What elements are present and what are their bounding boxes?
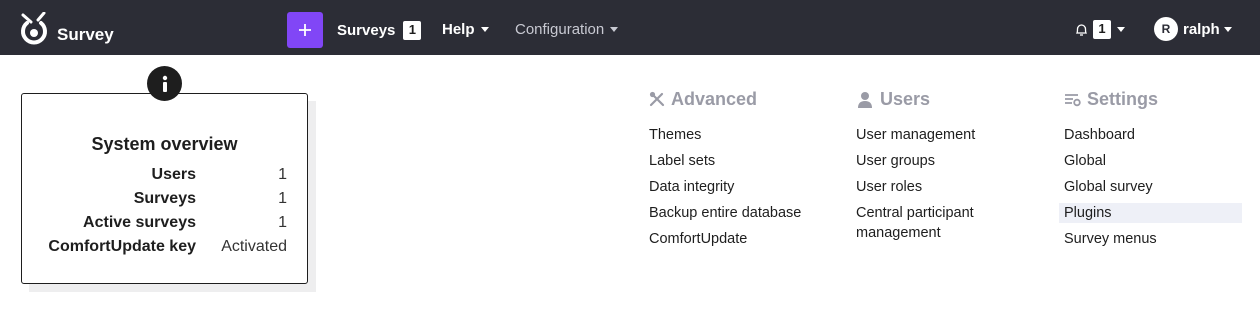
limesurvey-logo-icon bbox=[21, 12, 47, 45]
menu-link-backup-database[interactable]: Backup entire database bbox=[649, 203, 801, 223]
overview-label: ComfortUpdate key bbox=[48, 238, 196, 255]
menu-link-data-integrity[interactable]: Data integrity bbox=[649, 177, 801, 197]
settings-menu-column: Settings Dashboard Global Global survey … bbox=[1059, 88, 1242, 247]
add-survey-button[interactable] bbox=[287, 12, 323, 48]
surveys-count-badge: 1 bbox=[403, 21, 422, 40]
menu-link-themes[interactable]: Themes bbox=[649, 125, 801, 145]
overview-value: 1 bbox=[278, 214, 287, 231]
user-menu-dropdown[interactable]: R ralph bbox=[1154, 17, 1232, 41]
notifications-dropdown[interactable]: 1 bbox=[1075, 20, 1125, 39]
advanced-menu-column: Advanced Themes Label sets Data integrit… bbox=[649, 88, 801, 248]
caret-down-icon bbox=[1117, 27, 1125, 32]
nav-surveys[interactable]: Surveys 1 bbox=[337, 21, 422, 40]
nav-help-dropdown[interactable]: Help bbox=[442, 21, 489, 38]
overview-row-surveys: Surveys 1 bbox=[22, 190, 307, 212]
nav-configuration-label: Configuration bbox=[515, 21, 605, 38]
nav-surveys-label: Surveys bbox=[337, 22, 396, 39]
bell-icon bbox=[1075, 23, 1088, 36]
plus-icon bbox=[299, 24, 311, 36]
caret-down-icon bbox=[480, 27, 489, 32]
user-name: ralph bbox=[1183, 20, 1220, 38]
menu-link-comfortupdate[interactable]: ComfortUpdate bbox=[649, 229, 801, 249]
settings-heading: Settings bbox=[1064, 88, 1158, 110]
menu-link-user-groups[interactable]: User groups bbox=[856, 151, 1006, 171]
caret-down-icon bbox=[1223, 26, 1232, 32]
system-overview-card: System overview Users 1 Surveys 1 Active… bbox=[21, 93, 308, 284]
overview-row-active-surveys: Active surveys 1 bbox=[22, 214, 307, 236]
overview-label: Surveys bbox=[133, 190, 196, 207]
menu-link-dashboard[interactable]: Dashboard bbox=[1064, 125, 1242, 145]
menu-link-global-survey[interactable]: Global survey bbox=[1064, 177, 1242, 197]
overview-row-users: Users 1 bbox=[22, 166, 307, 188]
advanced-heading-label: Advanced bbox=[671, 88, 758, 109]
nav-help-label: Help bbox=[442, 21, 475, 38]
caret-down-icon bbox=[610, 27, 619, 32]
brand-name: Survey bbox=[57, 25, 114, 44]
users-heading: Users bbox=[856, 88, 930, 110]
overview-row-comfortupdate-key: ComfortUpdate key Activated bbox=[22, 238, 307, 260]
user-icon bbox=[858, 91, 872, 108]
notifications-count-badge: 1 bbox=[1093, 20, 1111, 39]
advanced-heading: Advanced bbox=[649, 88, 757, 110]
overview-label: Active surveys bbox=[83, 214, 196, 231]
menu-link-central-participant-management[interactable]: Central participant management bbox=[856, 203, 1006, 243]
top-navbar: Survey Surveys 1 Help Configuration 1 R … bbox=[0, 0, 1260, 55]
overview-value: Activated bbox=[221, 238, 287, 255]
tools-icon bbox=[649, 91, 665, 107]
menu-link-label-sets[interactable]: Label sets bbox=[649, 151, 801, 171]
overview-value: 1 bbox=[278, 190, 287, 207]
overview-value: 1 bbox=[278, 166, 287, 183]
menu-link-user-management[interactable]: User management bbox=[856, 125, 1006, 145]
settings-list-icon bbox=[1065, 94, 1081, 107]
info-icon bbox=[147, 66, 182, 101]
system-overview-title: System overview bbox=[91, 134, 238, 154]
overview-label: Users bbox=[151, 166, 196, 183]
menu-link-user-roles[interactable]: User roles bbox=[856, 177, 1006, 197]
users-menu-column: Users User management User groups User r… bbox=[856, 88, 975, 242]
brand-link[interactable]: Survey bbox=[18, 12, 114, 46]
users-heading-label: Users bbox=[880, 88, 931, 109]
settings-heading-label: Settings bbox=[1087, 88, 1159, 109]
menu-link-survey-menus[interactable]: Survey menus bbox=[1064, 229, 1242, 249]
nav-configuration-dropdown[interactable]: Configuration bbox=[515, 21, 619, 38]
menu-link-global[interactable]: Global bbox=[1064, 151, 1242, 171]
avatar: R bbox=[1154, 17, 1178, 41]
menu-link-plugins[interactable]: Plugins bbox=[1059, 203, 1242, 223]
